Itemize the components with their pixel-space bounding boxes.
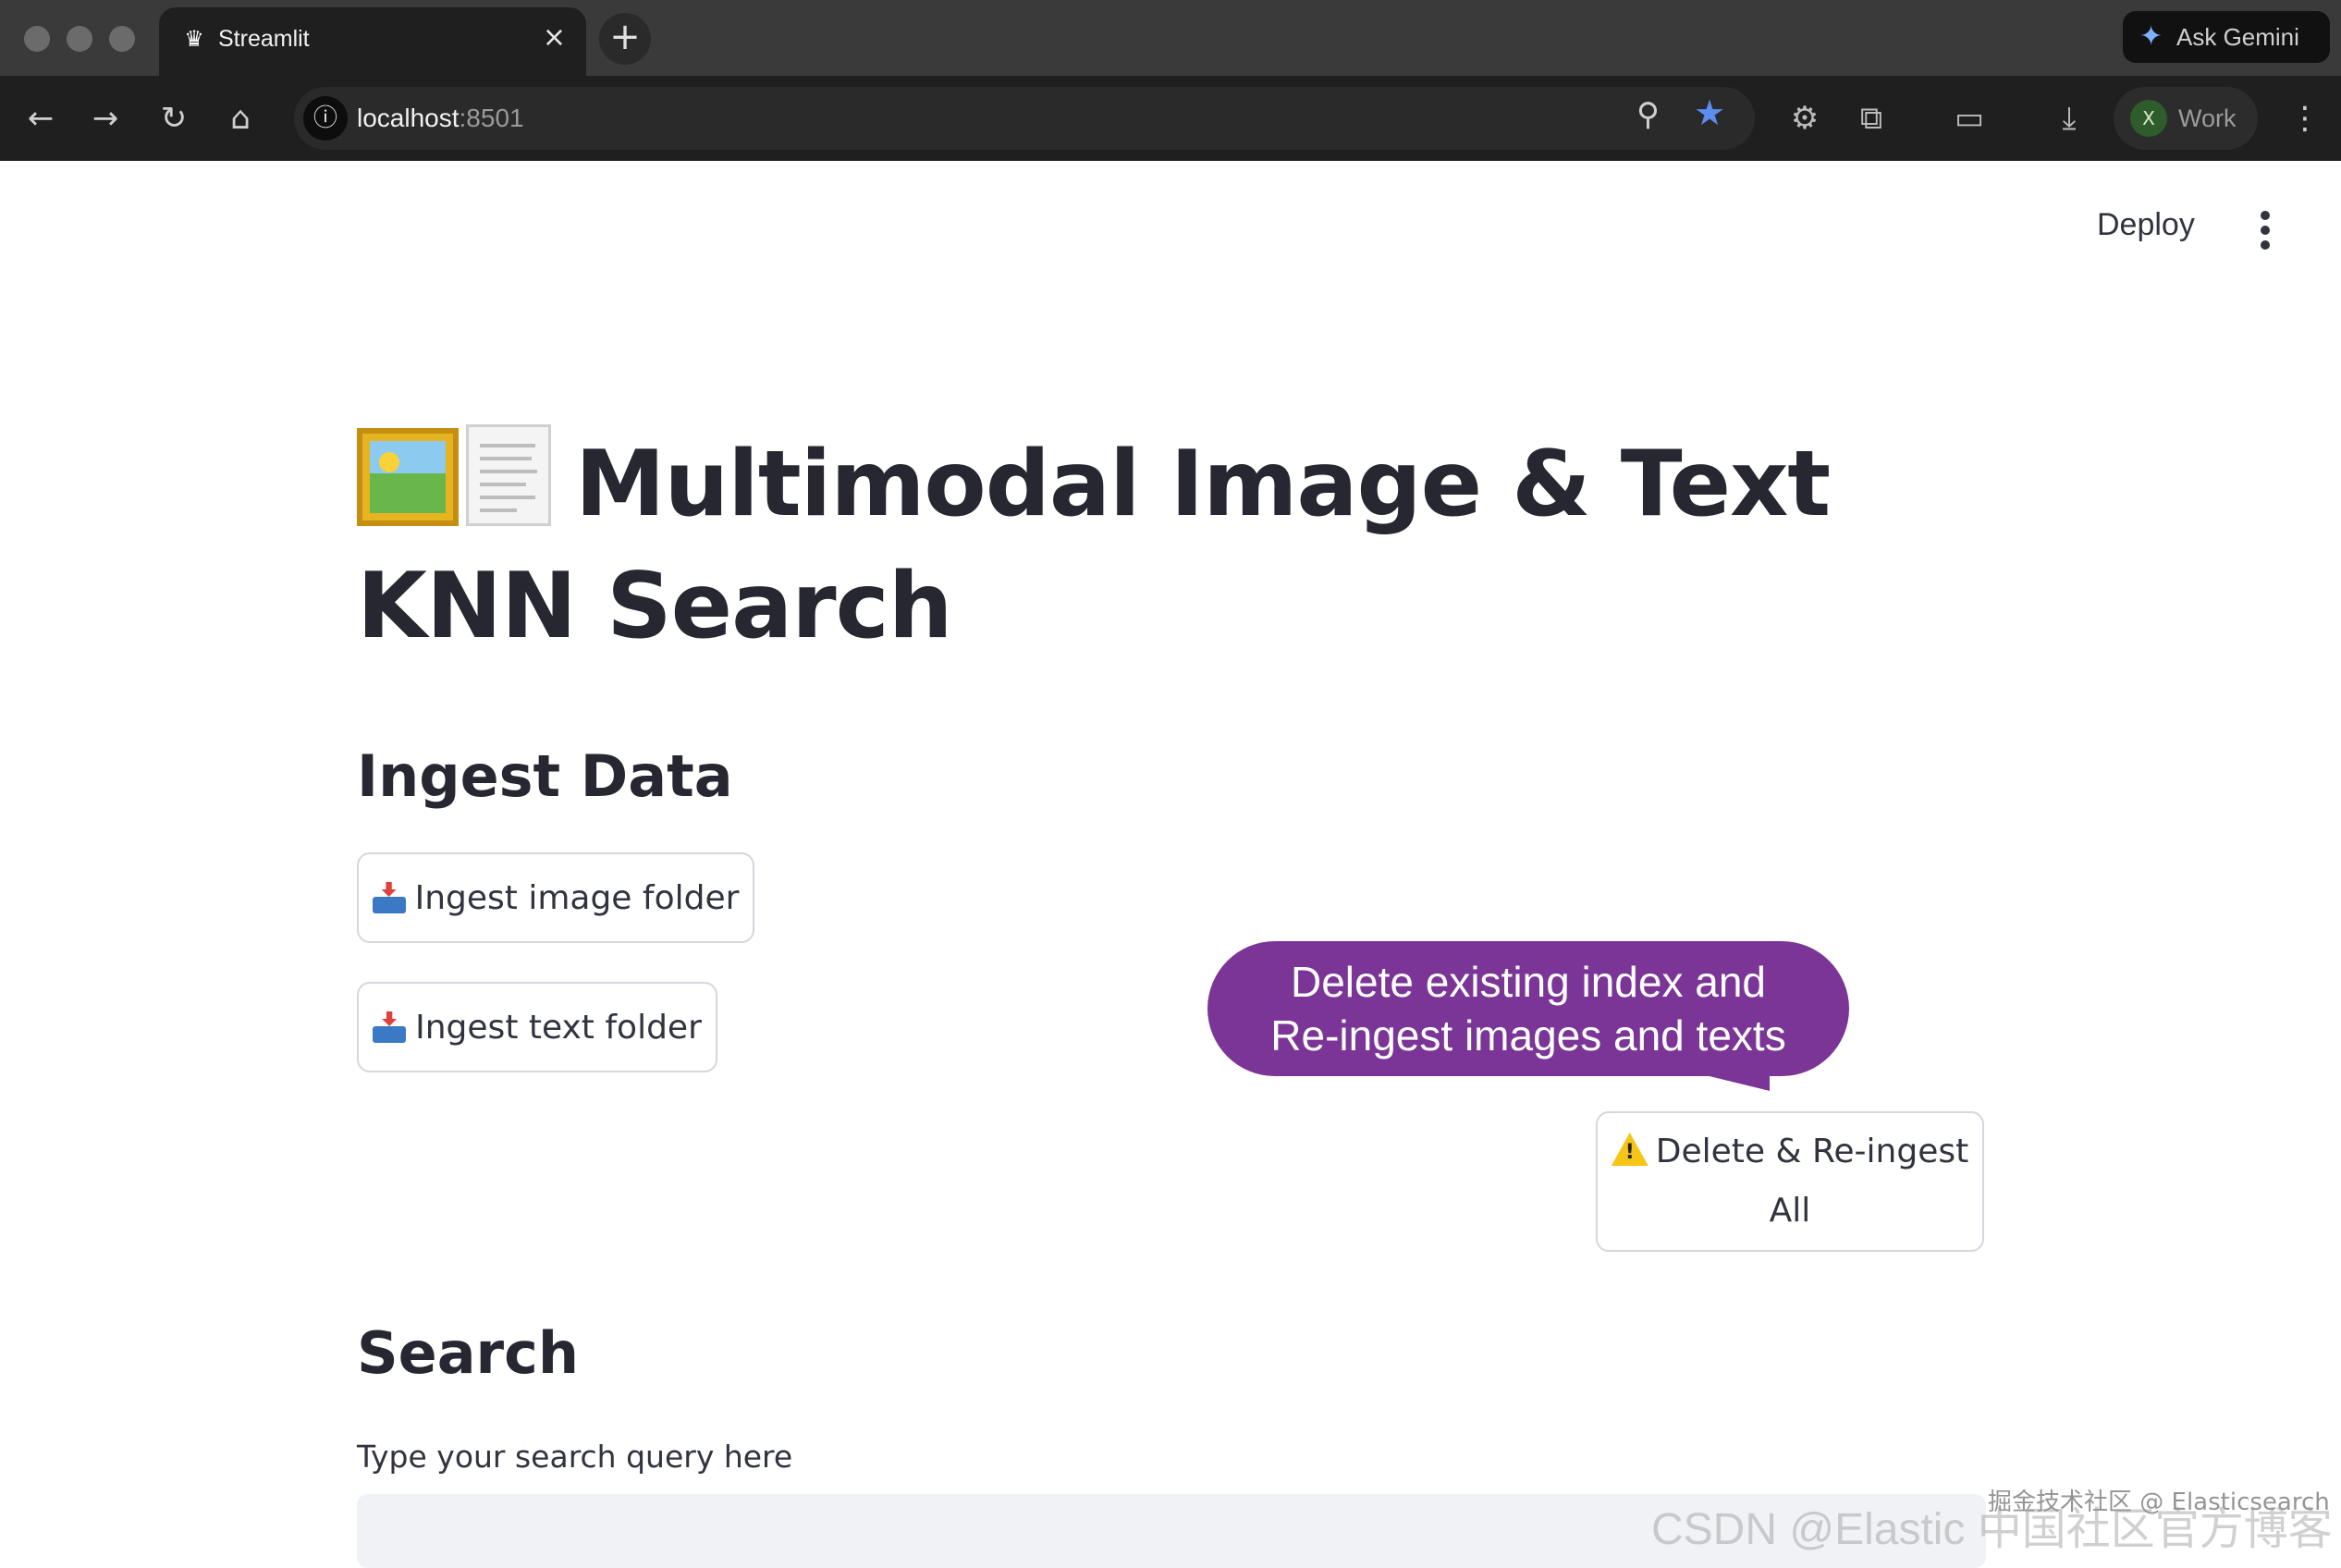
callout-line-1: Delete existing index and (1291, 958, 1766, 1006)
ingest-heading: Ingest Data (357, 742, 733, 810)
ask-gemini-label: Ask Gemini (2176, 23, 2299, 51)
delete-reingest-all-button[interactable]: ! Delete & Re-ingest All (1596, 1111, 1984, 1252)
callout-tail (1679, 1069, 1770, 1091)
window-close-control[interactable] (24, 26, 50, 52)
profile-label: Work (2178, 104, 2237, 132)
ask-gemini-button[interactable]: ✦ Ask Gemini (2123, 11, 2330, 63)
avatar: X (2130, 100, 2167, 137)
framed-picture-icon (357, 428, 459, 526)
window-minimize-control[interactable] (67, 26, 92, 52)
url-host: localhost (357, 104, 460, 132)
streamlit-crown-icon: ♛ (184, 26, 204, 52)
extension-icon[interactable]: ⚙ (1783, 96, 1827, 141)
search-query-label: Type your search query here (357, 1439, 793, 1475)
delete-reingest-line-1: ! Delete & Re-ingest (1611, 1122, 1969, 1182)
browser-toolbar: ← → ↻ ⌂ ⓘ localhost:8501 ⚲ ★ ⚙ ⧉ ▭ ⤓ X W… (0, 76, 2341, 161)
delete-reingest-line-2: All (1769, 1192, 1811, 1230)
gemini-sparkle-icon: ✦ (2139, 21, 2163, 52)
bookmark-star-icon[interactable]: ★ (1694, 92, 1725, 133)
delete-reingest-label: Delete & Re-ingest (1655, 1133, 1969, 1170)
forward-icon[interactable]: → (85, 98, 126, 139)
callout-line-2: Re-ingest images and texts (1270, 1011, 1786, 1060)
url-text[interactable]: localhost:8501 (357, 100, 524, 137)
new-tab-button[interactable]: + (599, 13, 651, 65)
deploy-button[interactable]: Deploy (2097, 207, 2195, 243)
inbox-tray-icon (373, 1011, 407, 1043)
address-bar[interactable]: ⓘ localhost:8501 ⚲ ★ (294, 87, 1755, 150)
warning-icon: ! (1611, 1133, 1649, 1166)
ingest-image-folder-button[interactable]: Ingest image folder (357, 852, 754, 943)
close-icon[interactable]: × (543, 22, 566, 54)
browser-tab-streamlit[interactable]: ♛ Streamlit × (159, 7, 586, 76)
tab-search-icon[interactable]: ▭ (1947, 96, 1992, 141)
search-heading: Search (357, 1319, 580, 1387)
ingest-text-folder-label: Ingest text folder (415, 1008, 702, 1047)
home-icon[interactable]: ⌂ (220, 98, 261, 139)
watermark-csdn: CSDN @Elastic 中国社区官方博客 (1651, 1505, 2333, 1554)
site-info-icon[interactable]: ⓘ (303, 96, 348, 141)
back-icon[interactable]: ← (20, 98, 61, 139)
annotation-callout: Delete existing index and Re-ingest imag… (1207, 941, 1849, 1076)
tab-title: Streamlit (218, 26, 310, 52)
browser-tab-bar: ♛ Streamlit × + ✦ Ask Gemini (0, 0, 2341, 76)
kebab-menu-icon[interactable]: ⋮ (2289, 100, 2321, 137)
zoom-icon[interactable]: ⚲ (1636, 96, 1660, 133)
page-title-text: Multimodal Image & Text KNN Search (357, 432, 1831, 659)
ingest-text-folder-button[interactable]: Ingest text folder (357, 982, 717, 1072)
puzzle-icon[interactable]: ⧉ (1849, 96, 1894, 141)
profile-button[interactable]: X Work (2114, 87, 2258, 150)
ingest-image-folder-label: Ingest image folder (414, 878, 740, 917)
reload-icon[interactable]: ↻ (153, 98, 194, 139)
url-port: :8501 (459, 104, 524, 132)
inbox-tray-icon (372, 882, 406, 913)
main-menu-icon[interactable] (2256, 211, 2274, 251)
page-title: Multimodal Image & Text KNN Search (357, 423, 2040, 668)
window-zoom-control[interactable] (109, 26, 135, 52)
page-facing-up-icon (466, 424, 551, 526)
download-icon[interactable]: ⤓ (2047, 96, 2091, 141)
